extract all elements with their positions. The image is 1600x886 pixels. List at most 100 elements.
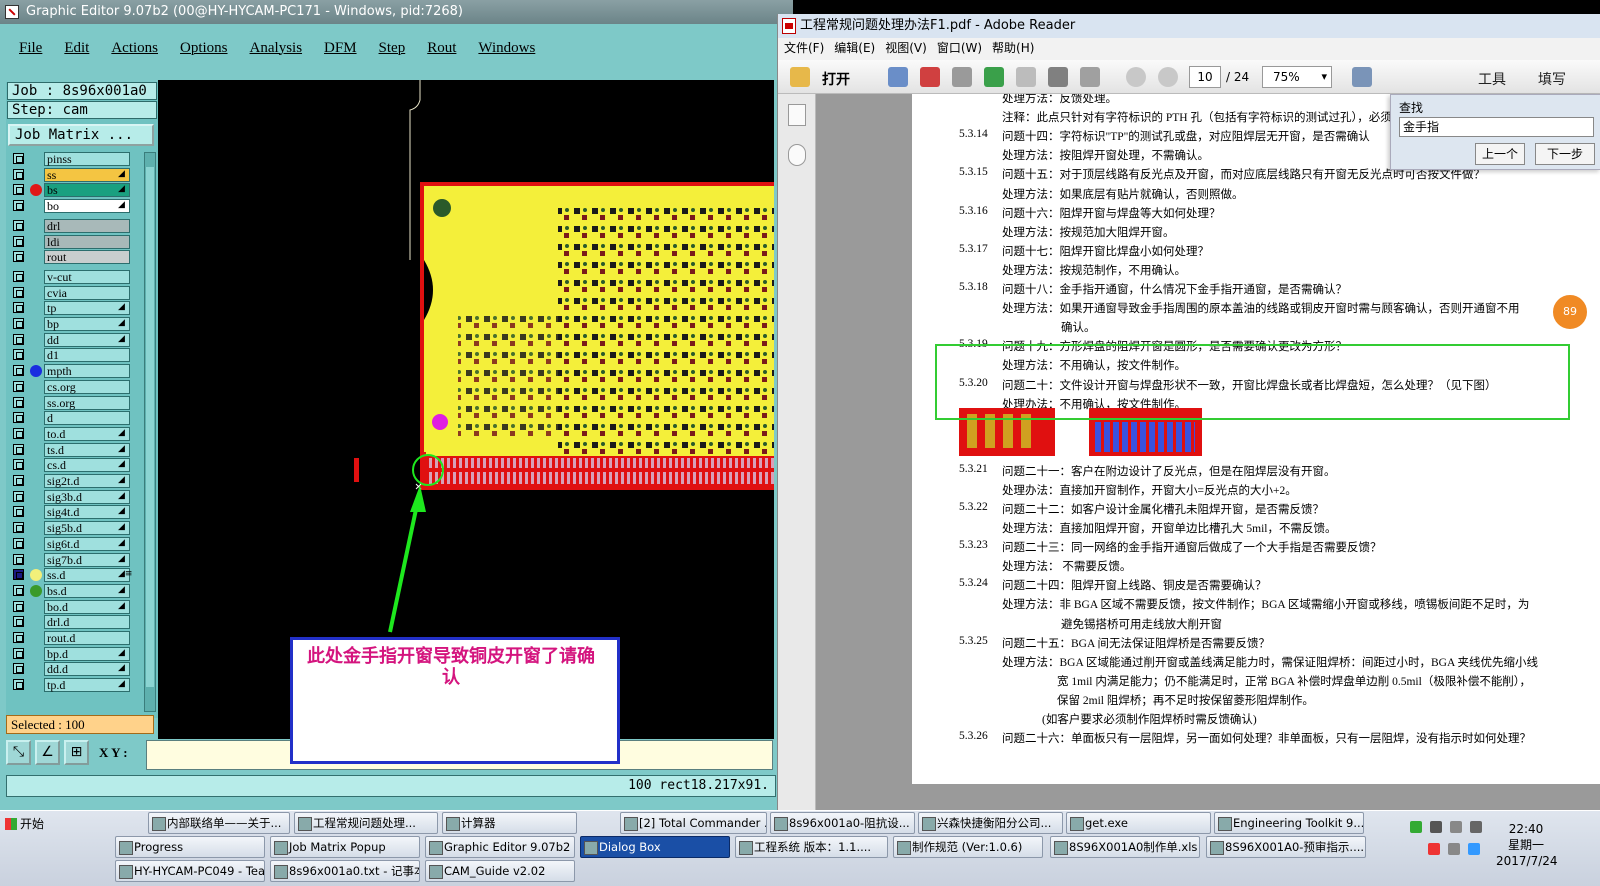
layer-row[interactable]: d1 [6,348,130,363]
taskbar-button[interactable]: get.exe [1066,812,1211,834]
layer-row[interactable]: to.d ◢ [6,426,130,441]
layer-checkbox[interactable] [13,459,24,471]
layer-row[interactable]: d [6,411,130,426]
layer-name[interactable]: cvia [44,285,130,300]
taskbar-button[interactable]: 8s96x001a0-阻抗设... [770,812,915,834]
taskbar-button[interactable]: 8S96X001A0制作单.xls ... [1050,836,1200,858]
volume-icon[interactable] [1448,843,1460,855]
measure-tool-icon[interactable]: ∠ [35,740,60,765]
layer-checkbox[interactable] [13,302,24,314]
menu-actions[interactable]: Actions [100,38,169,66]
layer-checkbox[interactable] [13,365,24,377]
layer-checkbox[interactable] [13,235,24,247]
layer-checkbox[interactable] [13,490,24,502]
layer-checkbox[interactable] [13,600,24,612]
graphic-editor-titlebar[interactable]: Graphic Editor 9.07b2 (00@HY-HYCAM-PC171… [0,0,793,24]
zoom-select[interactable]: 75% [1262,66,1332,88]
layer-row[interactable]: dd ◢ [6,332,130,347]
layer-name[interactable]: d1 [44,348,130,363]
layer-row[interactable]: cs.org [6,379,130,394]
menu-file[interactable]: File [8,38,53,66]
layer-row[interactable]: tp.d ◢ [6,678,130,693]
layer-name[interactable]: v-cut [44,269,130,284]
edit-icon[interactable] [952,67,972,87]
layer-name[interactable]: cs.org [44,379,130,394]
pdf-tool-icon[interactable] [920,67,940,87]
layer-row[interactable]: sig3b.d ◢ [6,489,130,504]
taskbar-button[interactable]: 兴森快捷衡阳分公司... [918,812,1063,834]
layer-checkbox[interactable] [13,679,24,691]
layer-row[interactable]: v-cut [6,269,130,284]
layer-row[interactable]: bp ◢ [6,317,130,331]
layer-name[interactable]: rout.d [44,631,130,645]
layer-checkbox[interactable] [13,153,24,164]
menu-analysis[interactable]: Analysis [239,38,314,66]
layer-checkbox[interactable] [13,647,24,659]
next-page-icon[interactable] [1158,67,1178,87]
menu-dfm[interactable]: DFM [313,38,368,66]
layer-row[interactable]: ss ◢ [6,167,130,182]
mail-icon[interactable] [1080,67,1100,87]
layer-name[interactable]: mpth [44,364,130,379]
pdf-page[interactable]: 处理方法：反馈处理。 注释：此点只针对有字符标识的 PTH 孔（包括有字符标识的测… [912,94,1600,784]
grid-tool-icon[interactable]: ⊞ [64,740,89,765]
save-icon[interactable] [1016,67,1036,87]
layer-row[interactable]: bs.d ◢ [6,583,130,598]
layer-row[interactable]: bo.d ◢ [6,599,130,614]
open-button[interactable]: 打开 [822,69,850,89]
layer-name[interactable]: drl [44,218,130,233]
layer-checkbox[interactable] [13,443,24,455]
floating-orb[interactable]: 89 [1550,292,1590,332]
layer-checkbox[interactable] [13,475,24,486]
taskbar-button[interactable]: Graphic Editor 9.07b2 (0... [425,836,575,858]
layer-checkbox[interactable] [13,663,24,675]
layer-row[interactable]: mpth [6,364,130,379]
layer-row[interactable]: cs.d ◢ [6,458,130,473]
reader-menu-file[interactable]: 文件(F) [784,38,824,58]
find-prev-button[interactable]: 上一个 [1475,143,1525,165]
layer-checkbox[interactable] [13,412,24,424]
layer-name[interactable]: d [44,411,130,426]
layer-checkbox[interactable] [13,380,24,392]
layer-row[interactable]: bo ◢ [6,199,130,214]
layer-checkbox[interactable] [13,270,24,282]
prev-page-icon[interactable] [1126,67,1146,87]
taskbar-button[interactable]: Engineering Toolkit 9.... [1214,812,1364,834]
taskbar-button[interactable]: 制作规范 (Ver:1.0.6) [893,836,1043,858]
menu-step[interactable]: Step [368,38,417,66]
layer-row[interactable]: cvia [6,285,130,300]
find-next-button[interactable]: 下一步 [1535,143,1595,165]
taskbar-button[interactable]: Job Matrix Popup [270,836,420,858]
taskbar-button[interactable]: 8S96X001A0-预审指示.... [1206,836,1366,858]
layer-scrollbar[interactable] [144,152,156,712]
tray-icon[interactable] [1450,821,1462,833]
layer-name[interactable]: ss.org [44,395,130,410]
menu-windows[interactable]: Windows [467,38,546,66]
reader-menu-edit[interactable]: 编辑(E) [834,38,875,58]
layer-row[interactable]: sig5b.d ◢ [6,521,130,536]
layer-checkbox[interactable] [13,396,24,408]
taskbar-button[interactable]: CAM_Guide v2.02 [425,860,575,882]
fill-sign-button[interactable]: 填写 [1538,69,1566,89]
layer-name[interactable]: pinss [44,152,130,166]
fullscreen-icon[interactable] [1352,67,1372,87]
attachment-icon[interactable] [788,144,806,166]
taskbar-button[interactable]: 工程常规问题处理... [294,812,438,834]
layer-checkbox[interactable] [13,553,24,565]
reader-menu-window[interactable]: 窗口(W) [937,38,982,58]
layer-row[interactable]: ldi [6,234,130,249]
layer-row[interactable]: bs ◢ [6,183,130,198]
layer-row[interactable]: ss.org [6,395,130,410]
layer-name[interactable]: drl.d [44,615,130,630]
layer-checkbox[interactable] [13,584,24,596]
reader-menu-help[interactable]: 帮助(H) [992,38,1034,58]
layer-name[interactable]: ldi [44,234,130,249]
layer-row[interactable]: sig2t.d ◢ [6,474,130,488]
layer-checkbox[interactable] [13,251,24,263]
taskbar-button[interactable]: 工程系统 版本：1.1.... [735,836,888,858]
layer-checkbox[interactable] [13,184,24,196]
layer-checkbox[interactable] [13,349,24,361]
reader-menu-view[interactable]: 视图(V) [885,38,927,58]
layer-row[interactable]: drl.d [6,615,130,630]
tray-icon[interactable] [1430,821,1442,833]
